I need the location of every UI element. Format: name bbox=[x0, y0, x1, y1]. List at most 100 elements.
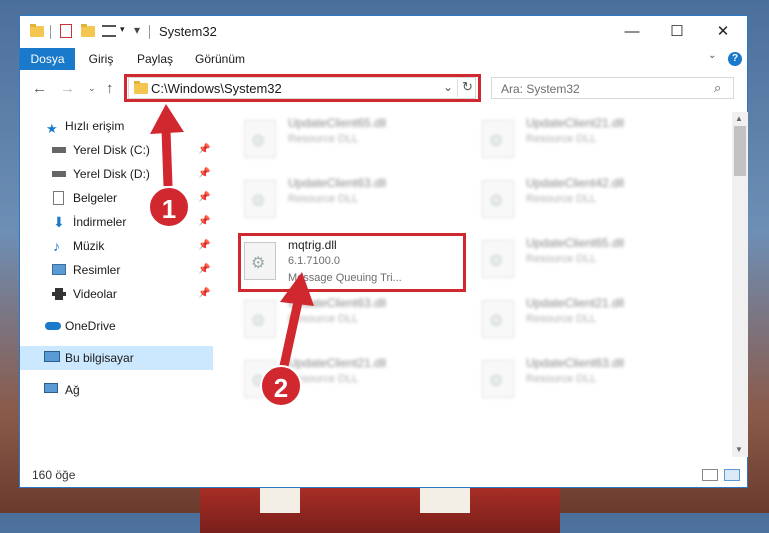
cloud-icon bbox=[45, 322, 61, 330]
maximize-button[interactable]: ☐ bbox=[654, 16, 700, 46]
close-button[interactable]: ✕ bbox=[700, 16, 746, 46]
back-arrow-icon[interactable]: ← bbox=[32, 80, 47, 97]
help-icon[interactable]: ? bbox=[728, 52, 742, 66]
sidebar-item-label: Yerel Disk (D:) bbox=[73, 167, 150, 181]
sidebar-item-pictures[interactable]: Resimler 📌 bbox=[20, 258, 213, 282]
sidebar-item-label: Yerel Disk (C:) bbox=[73, 143, 150, 157]
sidebar-item-label: Müzik bbox=[73, 239, 105, 253]
file-type: Resource DLL bbox=[526, 133, 597, 145]
item-count: 160 öğe bbox=[32, 468, 76, 482]
large-icons-view-icon[interactable] bbox=[724, 469, 740, 481]
sidebar-item-label: Videolar bbox=[73, 287, 117, 301]
scroll-down-icon[interactable]: ▼ bbox=[735, 445, 743, 454]
tab-dosya[interactable]: Dosya bbox=[20, 48, 75, 70]
title-separator-2 bbox=[149, 25, 150, 39]
file-highlight bbox=[238, 233, 466, 292]
dll-file-icon bbox=[482, 120, 514, 158]
window-title: System32 bbox=[159, 24, 217, 39]
pin-icon[interactable]: 📌 bbox=[198, 234, 210, 258]
file-item[interactable]: UpdateClient42.dll Resource DLL bbox=[474, 174, 694, 226]
file-name: UpdateClient42.dll bbox=[526, 176, 625, 190]
sidebar-item-videos[interactable]: Videolar 📌 bbox=[20, 282, 213, 306]
minimize-button[interactable]: — bbox=[609, 16, 655, 46]
file-name: UpdateClient63.dll bbox=[526, 356, 625, 370]
pin-icon[interactable]: 📌 bbox=[198, 210, 210, 234]
pin-icon[interactable]: 📌 bbox=[198, 282, 210, 306]
file-name: UpdateClient63.dll bbox=[288, 176, 387, 190]
sidebar-item-disk-d[interactable]: Yerel Disk (D:) 📌 bbox=[20, 162, 213, 186]
file-type: Resource DLL bbox=[288, 193, 359, 205]
up-arrow-icon[interactable]: ↑ bbox=[106, 80, 114, 97]
folder-icon bbox=[30, 24, 44, 37]
music-icon: ♪ bbox=[53, 238, 60, 254]
sidebar-item-disk-c[interactable]: Yerel Disk (C:) 📌 bbox=[20, 138, 213, 162]
new-folder-icon[interactable] bbox=[81, 24, 95, 37]
sidebar-item-label: Hızlı erişim bbox=[65, 119, 125, 133]
documents-icon bbox=[53, 191, 64, 205]
download-icon: ⬇ bbox=[53, 214, 65, 230]
tab-gorunum[interactable]: Görünüm bbox=[190, 48, 250, 70]
title-bar: ▾ ▾ System32 — ☐ ✕ bbox=[20, 16, 747, 48]
address-highlight bbox=[124, 74, 481, 102]
pin-icon[interactable]: 📌 bbox=[198, 138, 210, 162]
sidebar-item-label: Resimler bbox=[73, 263, 121, 277]
pin-icon[interactable]: 📌 bbox=[198, 162, 210, 186]
file-type: Resource DLL bbox=[526, 193, 597, 205]
search-box[interactable]: Ara: System32 ⌕ bbox=[491, 77, 734, 99]
sidebar-item-onedrive[interactable]: OneDrive bbox=[20, 314, 213, 338]
sidebar-item-network[interactable]: Ağ bbox=[20, 378, 213, 402]
expand-ribbon-icon[interactable]: ⌄ bbox=[708, 50, 716, 61]
file-item[interactable]: UpdateClient63.dll Resource DLL bbox=[236, 174, 456, 226]
customize-toolbar-icon[interactable] bbox=[102, 25, 116, 37]
videos-icon bbox=[52, 288, 66, 300]
dll-file-icon bbox=[244, 300, 276, 338]
chevron-down-icon[interactable]: ▾ bbox=[120, 24, 125, 35]
address-row: ← → ⌄ ↑ C:\Windows\System32 ⌄ ↻ Ara: Sys… bbox=[20, 74, 747, 104]
ribbon-tabs: Dosya Giriş Paylaş Görünüm ⌄ ? bbox=[20, 48, 747, 70]
recent-locations-icon[interactable]: ⌄ bbox=[88, 83, 96, 94]
network-icon bbox=[44, 383, 58, 393]
scroll-thumb[interactable] bbox=[734, 126, 746, 176]
dll-file-icon bbox=[482, 360, 514, 398]
tab-paylas[interactable]: Paylaş bbox=[130, 48, 180, 70]
file-item[interactable]: UpdateClient21.dll Resource DLL bbox=[474, 114, 694, 166]
file-name: UpdateClient63.dll bbox=[288, 296, 387, 310]
file-item[interactable]: UpdateClient65.dll Resource DLL bbox=[474, 234, 694, 286]
file-item[interactable]: UpdateClient21.dll Resource DLL bbox=[474, 294, 694, 346]
sidebar-item-label: Belgeler bbox=[73, 191, 118, 205]
dll-file-icon bbox=[482, 300, 514, 338]
properties-icon[interactable] bbox=[60, 24, 72, 38]
pictures-icon bbox=[52, 264, 66, 275]
tab-giris[interactable]: Giriş bbox=[80, 48, 122, 70]
dll-file-icon bbox=[482, 240, 514, 278]
sidebar-item-quick-access[interactable]: ★ Hızlı erişim bbox=[20, 114, 213, 138]
pin-icon[interactable]: 📌 bbox=[198, 186, 210, 210]
details-view-icon[interactable] bbox=[702, 469, 718, 481]
file-name: UpdateClient21.dll bbox=[526, 296, 625, 310]
star-icon: ★ bbox=[46, 121, 58, 136]
quick-access-dropdown-icon[interactable]: ▾ bbox=[134, 23, 140, 37]
dll-file-icon bbox=[244, 120, 276, 158]
forward-arrow-icon[interactable]: → bbox=[60, 80, 75, 97]
dll-file-icon bbox=[244, 180, 276, 218]
scroll-up-icon[interactable]: ▲ bbox=[735, 114, 743, 123]
file-item[interactable]: UpdateClient63.dll Resource DLL bbox=[474, 354, 694, 406]
drive-icon bbox=[52, 171, 66, 177]
sidebar-item-this-pc[interactable]: Bu bilgisayar bbox=[20, 346, 213, 370]
sidebar-item-music[interactable]: ♪ Müzik 📌 bbox=[20, 234, 213, 258]
sidebar-item-label: Ağ bbox=[65, 383, 80, 397]
title-separator bbox=[50, 25, 51, 39]
file-type: Resource DLL bbox=[526, 373, 597, 385]
vertical-scrollbar[interactable]: ▲ ▼ bbox=[732, 112, 748, 457]
navigation-pane: ★ Hızlı erişim Yerel Disk (C:) 📌 Yerel D… bbox=[20, 112, 213, 457]
file-type: Resource DLL bbox=[526, 253, 597, 265]
search-icon[interactable]: ⌕ bbox=[714, 80, 721, 96]
pin-icon[interactable]: 📌 bbox=[198, 258, 210, 282]
file-item[interactable]: UpdateClient65.dll Resource DLL bbox=[236, 114, 456, 166]
sidebar-item-label: İndirmeler bbox=[73, 215, 127, 229]
file-type: Resource DLL bbox=[526, 313, 597, 325]
step-2-badge: 2 bbox=[260, 365, 302, 407]
computer-icon bbox=[44, 351, 60, 362]
file-item[interactable]: UpdateClient63.dll Resource DLL bbox=[236, 294, 456, 346]
sidebar-item-label: OneDrive bbox=[65, 319, 116, 333]
